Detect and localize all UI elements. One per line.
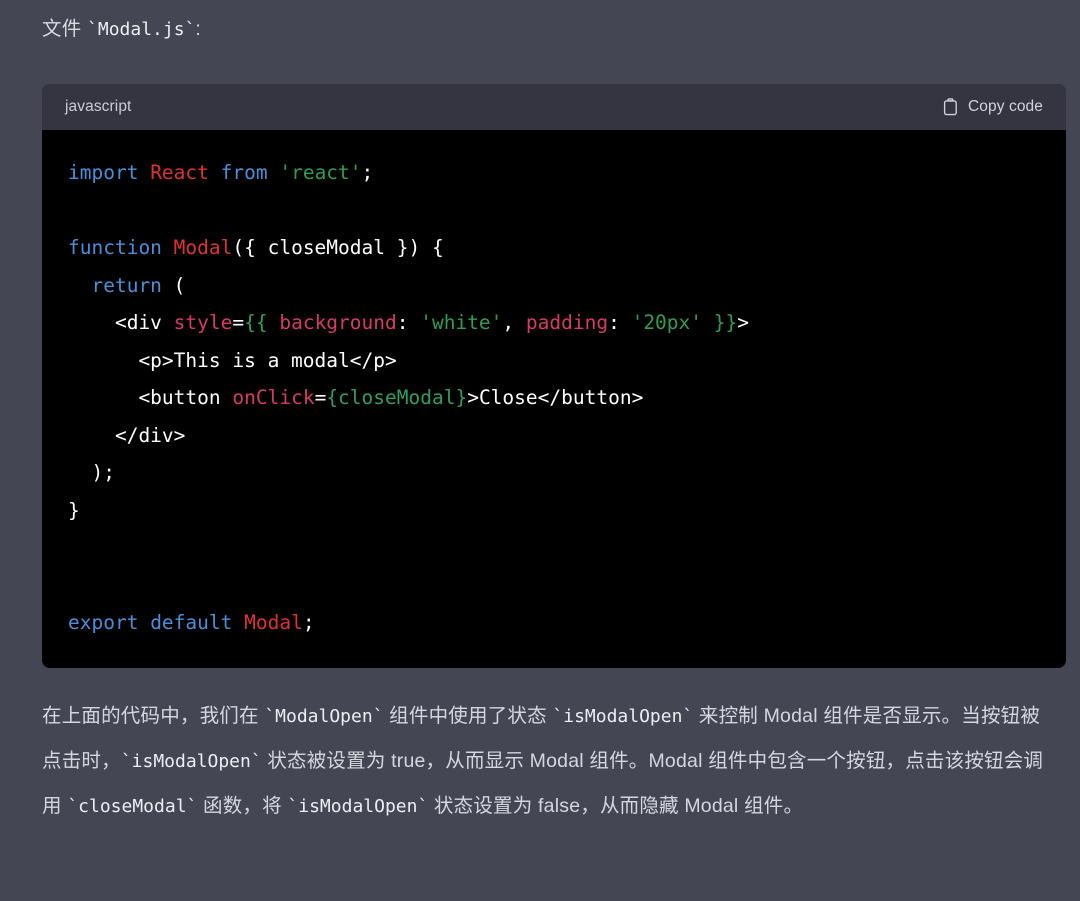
code-line: <p>This is a modal</p> — [42, 342, 1066, 380]
code-token: > — [737, 311, 750, 334]
inline-code: `isModalOpen` — [552, 706, 694, 727]
code-token: ; — [361, 161, 374, 184]
code-block: javascript Copy code import React from '… — [42, 84, 1066, 668]
code-line: return ( — [42, 267, 1066, 305]
clipboard-icon — [942, 98, 959, 116]
code-block-header: javascript Copy code — [42, 84, 1066, 130]
code-line: function Modal({ closeModal }) { — [42, 229, 1066, 267]
inline-code: `isModalOpen` — [287, 796, 429, 817]
code-token: , — [502, 311, 526, 334]
code-token: <p>This is a modal</p> — [68, 348, 397, 372]
explanation-paragraph: 在上面的代码中，我们在 `ModalOpen` 组件中使用了状态 `isModa… — [42, 694, 1052, 829]
intro-prefix: 文件 — [42, 18, 88, 40]
copy-code-button[interactable]: Copy code — [936, 94, 1049, 120]
code-token: <button — [68, 386, 233, 409]
code-token: {closeModal} — [326, 386, 468, 409]
copy-code-label: Copy code — [967, 98, 1043, 115]
code-token: ; — [302, 611, 315, 634]
code-token: import — [68, 161, 151, 184]
intro-code-ref: `Modal.js` — [87, 19, 196, 40]
code-token: = — [232, 311, 245, 334]
code-line: </div> — [42, 417, 1066, 455]
code-token: from — [220, 161, 280, 184]
code-line: } — [42, 492, 1066, 530]
code-token: </div> — [68, 423, 186, 447]
code-token: React — [150, 161, 221, 184]
code-token: background — [267, 311, 397, 334]
code-token: Modal — [244, 611, 303, 634]
code-token: {{ — [244, 311, 268, 334]
code-token: <div — [68, 311, 174, 334]
code-token: }} — [713, 311, 738, 334]
code-token: ({ closeModal }) { — [232, 236, 444, 259]
code-token: >Close</button> — [467, 386, 644, 409]
chat-message-container: 文件 `Modal.js`: javascript Copy code impo… — [0, 0, 1080, 901]
code-token: ( — [161, 273, 186, 297]
explanation-text: 组件中使用了状态 — [383, 705, 553, 727]
explanation-text: 函数，将 — [197, 795, 288, 817]
code-token: function — [68, 236, 174, 259]
intro-suffix: : — [195, 18, 202, 40]
explanation-text: 在上面的代码中，我们在 — [42, 705, 265, 727]
explanation-text: 状态设置为 false，从而隐藏 Modal 组件。 — [428, 795, 804, 817]
code-token: style — [173, 311, 233, 334]
code-token: Modal — [173, 236, 233, 259]
code-token: ); — [68, 461, 115, 484]
code-line: ); — [42, 454, 1066, 492]
code-line: import React from 'react'; — [42, 154, 1066, 192]
code-token: onClick — [232, 386, 315, 409]
code-token: default — [150, 611, 245, 634]
code-token: } — [68, 498, 80, 522]
code-token: 'react' — [279, 161, 362, 184]
intro-line: 文件 `Modal.js`: — [0, 0, 1080, 45]
code-token: 'white' — [420, 311, 503, 334]
inline-code: `isModalOpen` — [120, 751, 262, 772]
code-line: export default Modal; — [42, 604, 1066, 642]
code-language-label: javascript — [65, 98, 132, 115]
code-line: <button onClick={closeModal}>Close</butt… — [42, 379, 1066, 417]
code-line: <div style={{ background: 'white', paddi… — [42, 304, 1066, 342]
code-content[interactable]: import React from 'react'; function Moda… — [42, 130, 1066, 668]
code-token: = — [314, 386, 327, 409]
code-token: : — [608, 311, 632, 334]
code-token: '20px' — [631, 311, 703, 334]
code-token: : — [396, 311, 421, 334]
code-token: padding — [525, 311, 609, 334]
code-token: export — [68, 611, 151, 634]
inline-code: `ModalOpen` — [264, 706, 384, 727]
code-token: return — [91, 273, 162, 297]
inline-code: `closeModal` — [67, 796, 198, 817]
